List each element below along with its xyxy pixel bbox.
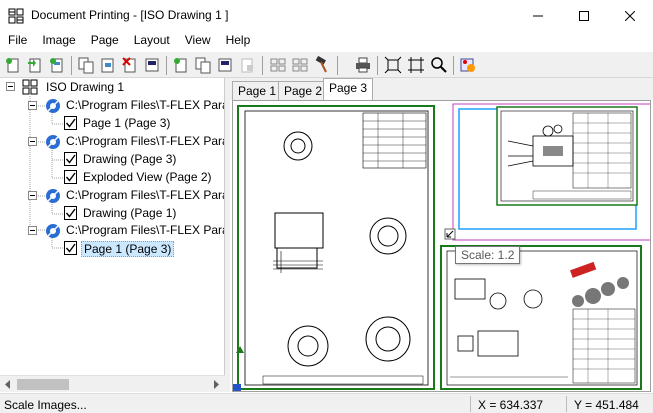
tree-file-node[interactable]: C:\Program Files\T-FLEX Para	[28, 97, 225, 115]
maximize-icon	[579, 10, 589, 21]
status-x-coordinate: X = 634.337	[478, 398, 544, 412]
checked-page-icon	[64, 206, 77, 220]
tree-item-label: Drawing (Page 1)	[83, 206, 177, 220]
import-page-icon[interactable]	[26, 56, 44, 74]
toolbar-separator	[166, 56, 167, 75]
tree-item-label: Page 1 (Page 3)	[83, 116, 171, 130]
collapse-toggle[interactable]	[6, 82, 15, 91]
checked-page-icon	[64, 170, 77, 184]
menu-file[interactable]: File	[0, 31, 34, 51]
toolbar-separator	[262, 56, 263, 75]
tree-file-node[interactable]: C:\Program Files\T-FLEX Para	[28, 187, 225, 205]
copy-page-icon[interactable]	[77, 56, 95, 74]
window-title: Document Printing - [ISO Drawing 1 ]	[31, 8, 229, 22]
add-page-icon[interactable]	[48, 56, 66, 74]
menu-image[interactable]: Image	[34, 31, 82, 51]
copy-document-icon[interactable]	[194, 56, 212, 74]
toolbar-separator	[377, 56, 378, 75]
delete-page-icon[interactable]	[121, 56, 139, 74]
tree-page-node-selected[interactable]: Page 1 (Page 3)	[64, 240, 224, 258]
menu-bar: File Image Page Layout View Help	[0, 31, 653, 51]
status-message: Scale Images...	[4, 398, 87, 412]
status-bar: Scale Images... X = 634.337 Y = 451.484	[0, 393, 653, 413]
tflex-file-icon	[46, 135, 60, 149]
toolbar-separator	[71, 56, 72, 75]
menu-help[interactable]: Help	[218, 31, 258, 51]
zoom-icon[interactable]	[430, 56, 448, 74]
collapse-toggle[interactable]	[28, 137, 37, 146]
tree-file-node[interactable]: C:\Program Files\T-FLEX Para	[28, 222, 225, 240]
tree-page-node[interactable]: Drawing (Page 1)	[64, 205, 224, 223]
scrollbar-thumb[interactable]	[17, 379, 69, 390]
new-page-icon[interactable]	[4, 56, 22, 74]
collapse-toggle[interactable]	[28, 101, 37, 110]
menu-page[interactable]: Page	[83, 31, 126, 51]
tree-page-node[interactable]: Drawing (Page 3)	[64, 151, 224, 169]
app-icon	[8, 8, 24, 24]
fit-height-icon[interactable]	[407, 56, 425, 74]
tree-item-label: C:\Program Files\T-FLEX Para	[66, 134, 225, 148]
sheet-left[interactable]	[237, 105, 435, 390]
new-document-icon[interactable]	[172, 56, 190, 74]
drawing-set-icon	[22, 79, 38, 95]
checked-page-icon	[64, 152, 77, 166]
toolbar-separator	[337, 56, 338, 75]
tree-root-label: ISO Drawing 1	[46, 80, 125, 94]
tree-root[interactable]: ISO Drawing 1	[6, 79, 216, 97]
page-properties-icon[interactable]	[143, 56, 161, 74]
tflex-file-icon	[46, 224, 60, 238]
tree-item-label: Page 1 (Page 3)	[81, 241, 175, 257]
tree-file-node[interactable]: C:\Program Files\T-FLEX Para	[28, 133, 225, 151]
minimize-icon	[533, 15, 543, 16]
collapse-toggle[interactable]	[28, 226, 37, 235]
checked-page-icon	[64, 116, 77, 130]
minimize-button[interactable]	[515, 0, 561, 31]
toolbar-separator	[453, 56, 454, 75]
disabled-document-icon[interactable]	[238, 56, 256, 74]
print-icon[interactable]	[354, 56, 372, 74]
close-button[interactable]	[607, 0, 653, 31]
status-divider	[566, 396, 567, 412]
pane-splitter[interactable]	[225, 78, 230, 392]
scale-tooltip: Scale: 1.2	[455, 246, 521, 264]
menu-layout[interactable]: Layout	[126, 31, 177, 51]
tree-page-node[interactable]: Exploded View (Page 2)	[64, 169, 224, 187]
paste-page-icon[interactable]	[99, 56, 117, 74]
fit-width-icon[interactable]	[384, 56, 402, 74]
tab-page-2[interactable]: Page 2	[278, 81, 329, 100]
hammer-icon[interactable]	[313, 56, 331, 74]
collapse-toggle[interactable]	[28, 191, 37, 200]
tree-item-label: C:\Program Files\T-FLEX Para	[66, 188, 225, 202]
tflex-file-icon	[46, 189, 60, 203]
title-bar: Document Printing - [ISO Drawing 1 ]	[0, 0, 653, 31]
document-settings-icon[interactable]	[216, 56, 234, 74]
tab-page-3[interactable]: Page 3	[323, 78, 374, 100]
tree-item-label: Drawing (Page 3)	[83, 152, 177, 166]
scroll-left-icon[interactable]	[4, 380, 12, 389]
arrange-grid-2-icon[interactable]	[291, 56, 309, 74]
toolbar	[0, 51, 653, 78]
document-tree[interactable]: ISO Drawing 1 C:\Program Files\T-FLEX Pa…	[0, 78, 225, 378]
arrange-grid-icon[interactable]	[269, 56, 287, 74]
maximize-button[interactable]	[561, 0, 607, 31]
status-divider	[470, 396, 471, 412]
layout-preview	[233, 103, 650, 391]
tree-horizontal-scrollbar[interactable]	[0, 375, 225, 392]
scroll-right-icon[interactable]	[212, 380, 220, 389]
close-icon	[625, 10, 635, 21]
status-y-coordinate: Y = 451.484	[574, 398, 639, 412]
menu-view[interactable]: View	[177, 31, 218, 51]
tflex-file-icon	[46, 99, 60, 113]
sheet-bottom-right[interactable]	[440, 245, 642, 390]
page-tabs: Page 1 Page 2 Page 3	[230, 78, 653, 100]
tab-page-1[interactable]: Page 1	[232, 81, 283, 100]
page-preview-canvas[interactable]	[232, 100, 651, 392]
settings-wizard-icon[interactable]	[459, 56, 477, 74]
tree-item-label: C:\Program Files\T-FLEX Para	[66, 223, 225, 237]
tree-item-label: C:\Program Files\T-FLEX Para	[66, 98, 225, 112]
checked-page-icon	[64, 241, 77, 255]
tree-page-node[interactable]: Page 1 (Page 3)	[64, 115, 224, 133]
tree-item-label: Exploded View (Page 2)	[83, 170, 212, 184]
